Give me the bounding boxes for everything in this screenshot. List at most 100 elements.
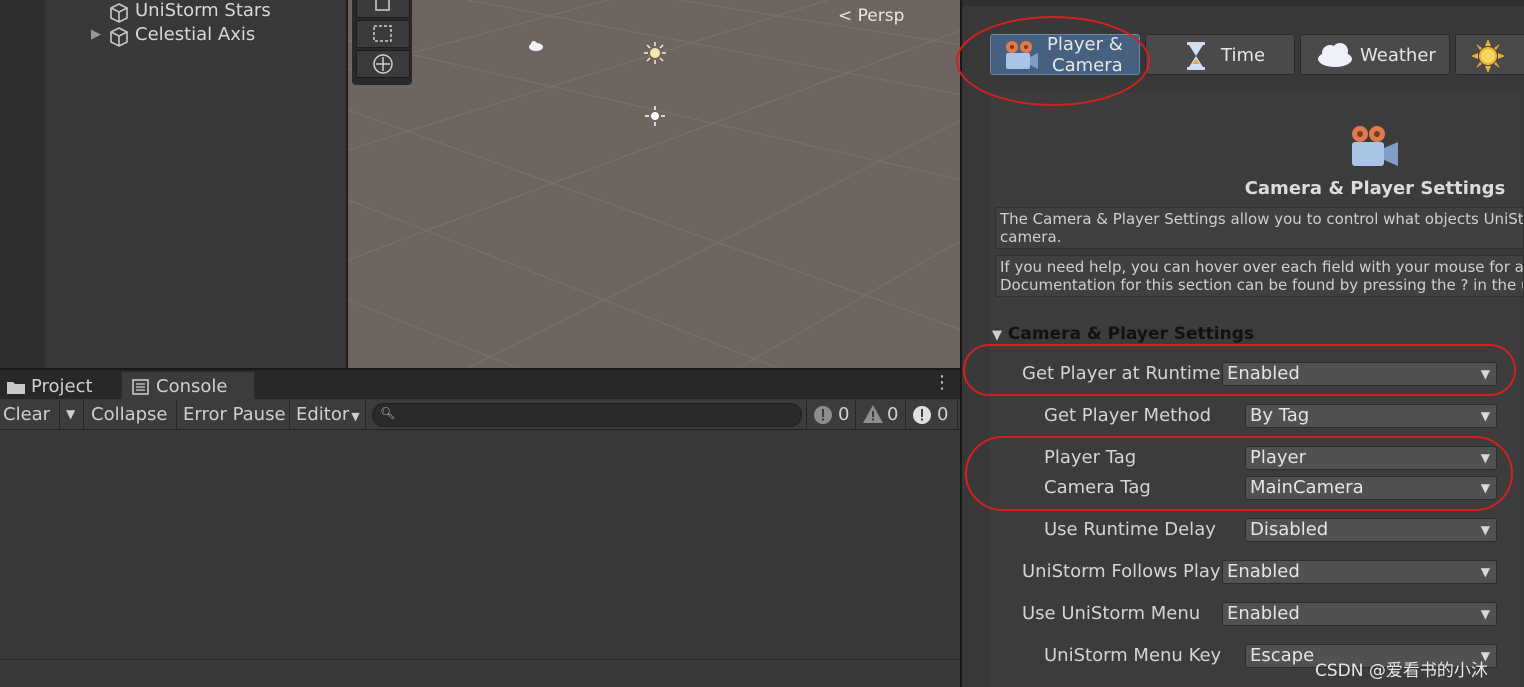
- light-gizmo-icon: [645, 106, 665, 126]
- camera-tag-dropdown[interactable]: MainCamera ▼: [1245, 476, 1497, 500]
- field-label: Get Player at Runtime: [1022, 363, 1221, 384]
- warning-count: 0: [887, 404, 899, 425]
- hierarchy-gutter: [0, 0, 45, 368]
- section-camera-icon: [1352, 126, 1398, 166]
- scale-tool-button[interactable]: [356, 0, 410, 18]
- tab-project-label: Project: [31, 376, 93, 397]
- player-tag-dropdown[interactable]: Player ▼: [1245, 446, 1497, 470]
- search-icon: 🔍︎: [380, 406, 396, 420]
- expand-arrow-icon[interactable]: ▶: [91, 27, 101, 42]
- section-title: Camera & Player Settings: [1244, 178, 1506, 199]
- console-tab-bar: Project Console ⋮: [0, 368, 960, 401]
- dropdown-value: Player: [1250, 447, 1307, 468]
- chevron-down-icon: ▼: [351, 410, 360, 423]
- help-text-line: Documentation for this section can be fo…: [1000, 276, 1524, 294]
- warning-icon: [863, 405, 883, 423]
- editor-dropdown[interactable]: Editor ▼: [290, 400, 366, 430]
- camera-icon: [1006, 41, 1038, 69]
- scene-view[interactable]: < Persp: [346, 0, 960, 368]
- cloud-icon: [1318, 43, 1352, 67]
- foldout-label: Camera & Player Settings: [1007, 324, 1255, 344]
- chevron-down-icon: ▼: [1480, 607, 1490, 621]
- help-text-line: camera.: [1000, 228, 1062, 246]
- error-count: 0: [937, 404, 949, 425]
- gameobject-cube-icon: [110, 27, 128, 47]
- clear-options-dropdown[interactable]: ▼: [60, 400, 84, 430]
- tab-weather-label: Weather: [1360, 45, 1436, 66]
- help-text-line: The Camera & Player Settings allow you t…: [1000, 210, 1524, 228]
- console-toolbar: Clear ▼ Collapse Error Pause Editor ▼ 🔍︎ …: [0, 400, 960, 430]
- gameobject-cube-icon: [110, 3, 128, 23]
- dropdown-value: Enabled: [1227, 363, 1300, 384]
- hierarchy-panel: UniStorm Stars ▶ Celestial Axis: [45, 0, 345, 368]
- chevron-down-icon: ▼: [1480, 367, 1490, 381]
- clear-button[interactable]: Clear: [0, 400, 60, 430]
- collapse-button[interactable]: Collapse: [84, 400, 177, 430]
- tab-time-label: Time: [1221, 45, 1266, 66]
- tab-time[interactable]: Time: [1145, 34, 1295, 75]
- tab-weather[interactable]: Weather: [1300, 34, 1450, 75]
- use-unistorm-menu-dropdown[interactable]: Enabled ▼: [1222, 602, 1497, 626]
- tab-project[interactable]: Project: [0, 372, 120, 401]
- persp-label[interactable]: < Persp: [838, 6, 904, 26]
- field-label: Use Runtime Delay: [1044, 519, 1216, 540]
- foldout-camera-player-settings[interactable]: ▼ Camera & Player Settings: [992, 324, 1254, 344]
- scene-tools: [352, 0, 412, 85]
- hierarchy-item-label: UniStorm Stars: [135, 0, 271, 21]
- warning-count-toggle[interactable]: 0: [856, 400, 906, 430]
- chevron-down-icon: ▼: [1480, 565, 1490, 579]
- chevron-down-icon: ▼: [1480, 409, 1490, 423]
- tab-console-label: Console: [156, 376, 228, 397]
- dropdown-value: MainCamera: [1250, 477, 1364, 498]
- console-log-area[interactable]: [0, 431, 960, 659]
- cloud-gizmo-icon: [529, 41, 543, 51]
- info-icon: [814, 406, 832, 424]
- dropdown-value: Enabled: [1227, 603, 1300, 624]
- log-count: 0: [838, 404, 850, 425]
- search-input[interactable]: 🔍︎: [372, 403, 802, 427]
- tab-sun[interactable]: [1455, 34, 1524, 75]
- tab-player-camera[interactable]: Player & Camera: [990, 34, 1140, 76]
- help-box-tooltip-info: If you need help, you can hover over eac…: [995, 255, 1524, 297]
- transform-tool-button[interactable]: [356, 50, 410, 78]
- editor-label: Editor: [296, 404, 350, 425]
- chevron-down-icon: ▼: [1480, 481, 1490, 495]
- get-player-at-runtime-dropdown[interactable]: Enabled ▼: [1222, 362, 1497, 386]
- tab-player-camera-line1: Player &: [1047, 34, 1123, 55]
- hourglass-icon: [1187, 42, 1205, 70]
- help-text-line: If you need help, you can hover over eac…: [1000, 258, 1524, 276]
- get-player-method-dropdown[interactable]: By Tag ▼: [1245, 404, 1497, 428]
- field-label: Get Player Method: [1044, 405, 1212, 426]
- foldout-arrow-icon: ▼: [992, 328, 1002, 343]
- field-label: Camera Tag: [1044, 477, 1151, 498]
- inspector-top-edge: [962, 0, 1524, 6]
- field-label: Player Tag: [1044, 447, 1137, 468]
- dropdown-value: Escape: [1250, 645, 1315, 666]
- watermark: CSDN @爱看书的小沐: [1315, 661, 1488, 681]
- console-detail-area[interactable]: [0, 659, 960, 687]
- help-box-description: The Camera & Player Settings allow you t…: [995, 207, 1524, 249]
- hierarchy-item-label: Celestial Axis: [135, 24, 256, 45]
- dropdown-value: By Tag: [1250, 405, 1310, 426]
- tab-player-camera-line2: Camera: [1052, 55, 1123, 76]
- use-runtime-delay-dropdown[interactable]: Disabled ▼: [1245, 518, 1497, 542]
- sun-gizmo-icon: [644, 42, 666, 64]
- folder-icon: [7, 382, 25, 394]
- log-count-toggle[interactable]: 0: [806, 400, 856, 430]
- sun-icon: [1471, 39, 1505, 73]
- error-count-toggle[interactable]: 0: [906, 400, 958, 430]
- tab-console[interactable]: Console: [122, 372, 254, 401]
- persp-text: Persp: [857, 6, 905, 26]
- rect-tool-button[interactable]: [356, 20, 410, 48]
- chevron-down-icon: ▼: [1480, 523, 1490, 537]
- field-label: Use UniStorm Menu: [1022, 603, 1201, 624]
- field-label: UniStorm Menu Key: [1044, 645, 1222, 666]
- unistorm-follows-player-dropdown[interactable]: Enabled ▼: [1222, 560, 1497, 584]
- dropdown-value: Disabled: [1250, 519, 1329, 540]
- kebab-menu-icon[interactable]: ⋮: [933, 372, 951, 393]
- console-icon: [132, 379, 149, 395]
- error-icon: [913, 406, 931, 424]
- error-pause-button[interactable]: Error Pause: [177, 400, 290, 430]
- field-label: UniStorm Follows Play: [1022, 561, 1221, 582]
- dropdown-value: Enabled: [1227, 561, 1300, 582]
